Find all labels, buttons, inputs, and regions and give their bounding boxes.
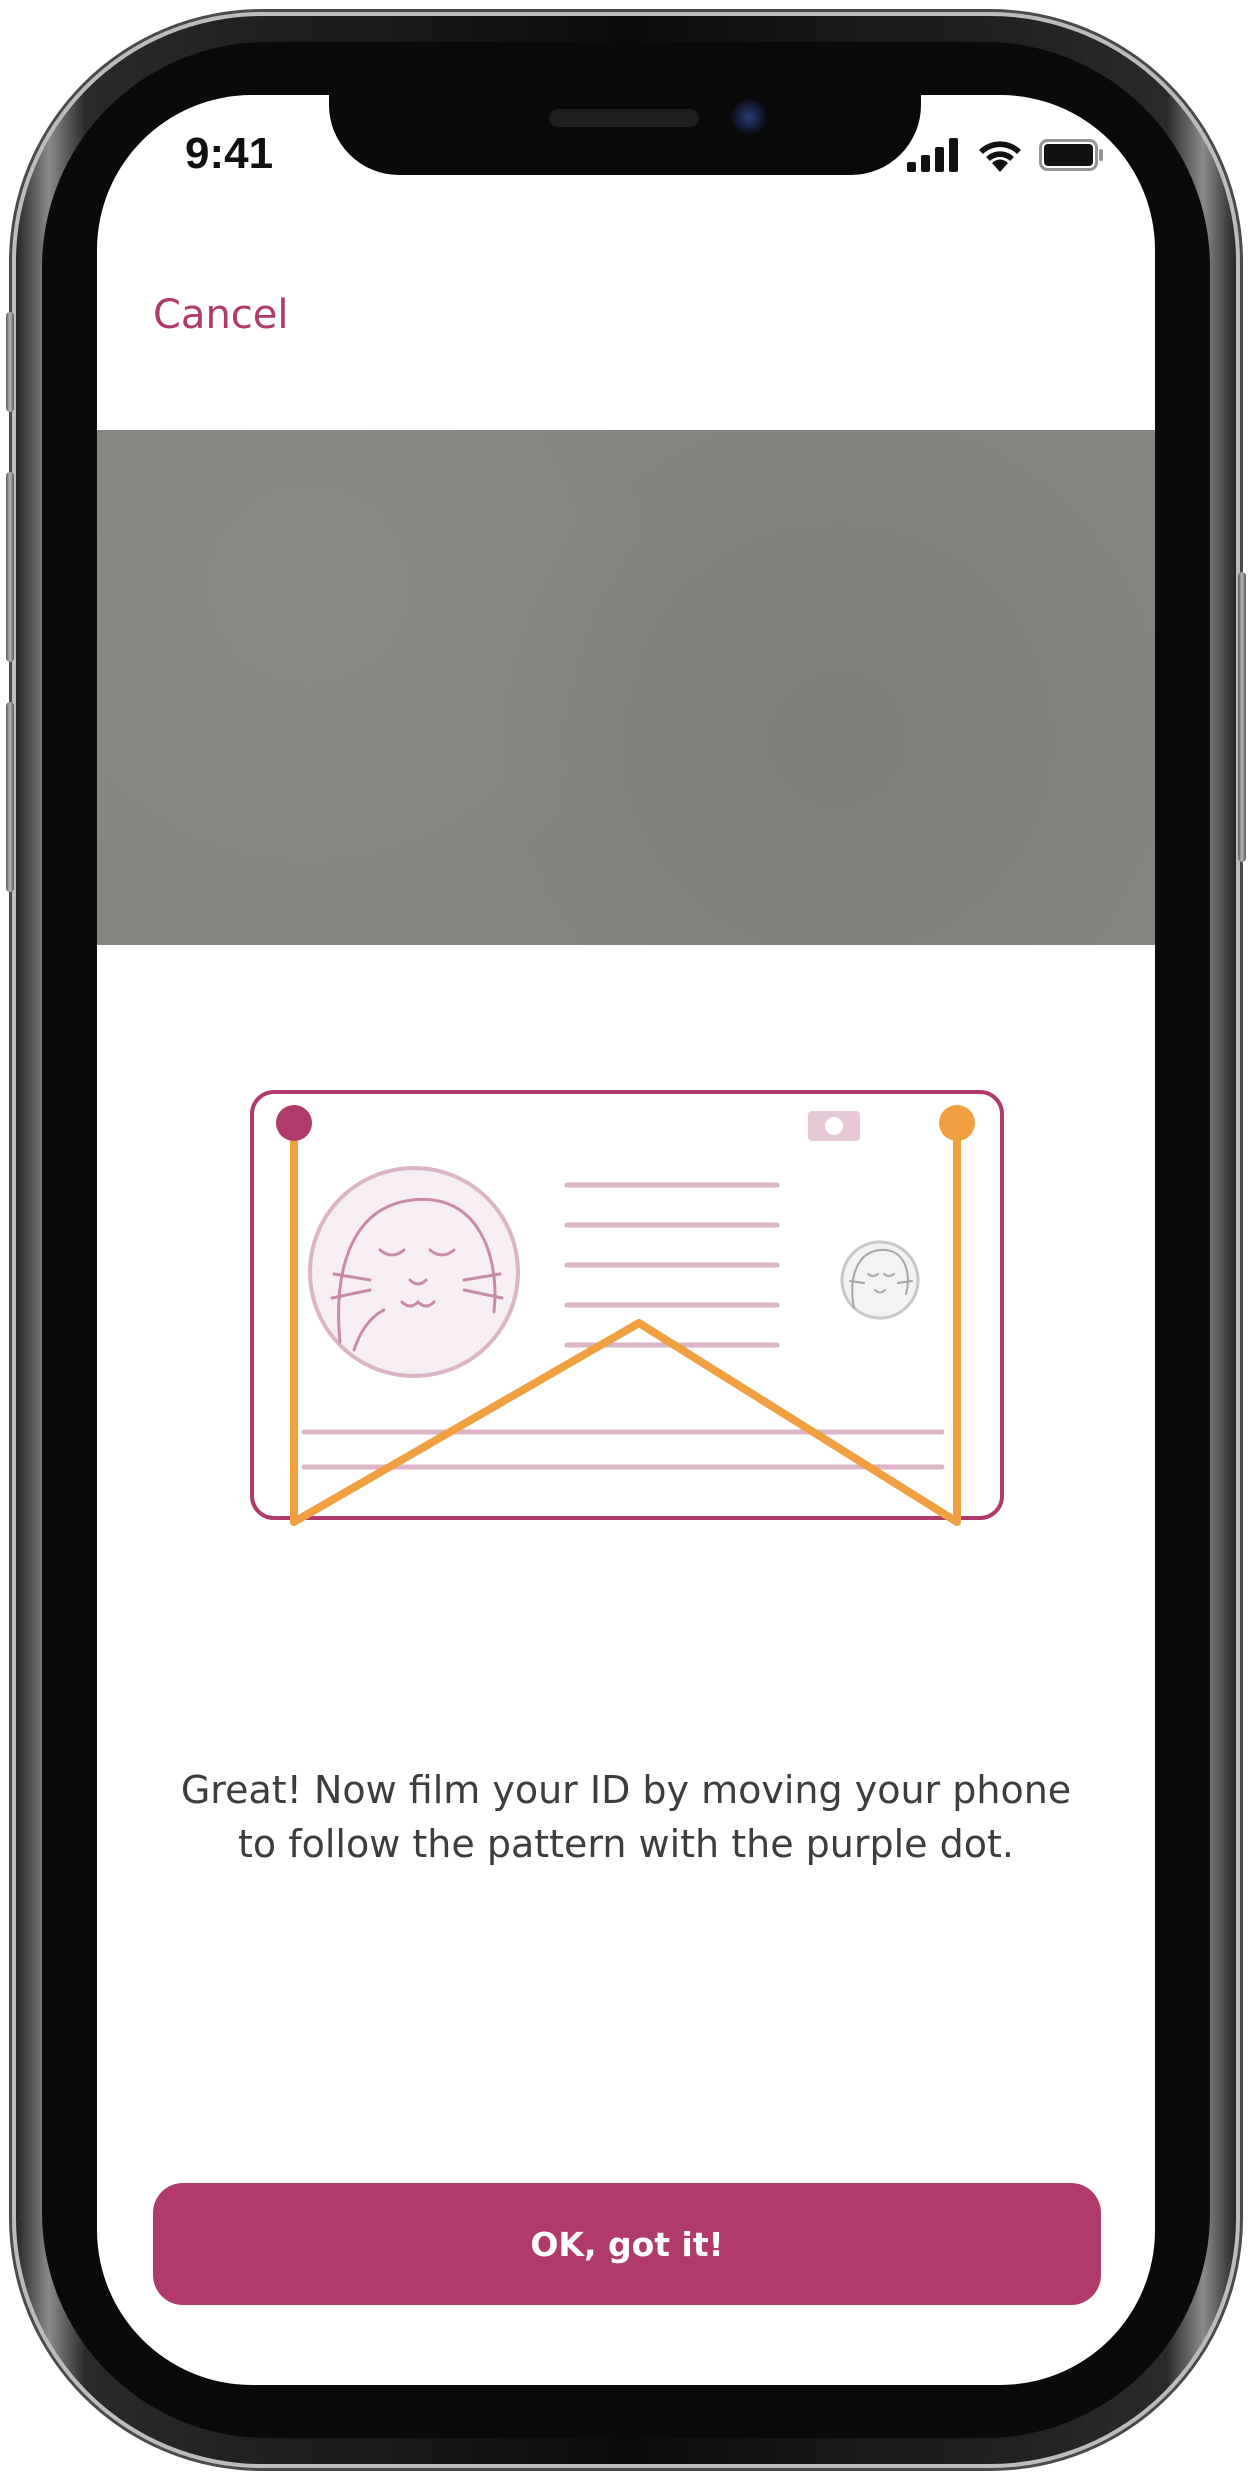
- purple-dot-icon: [276, 1105, 312, 1141]
- cancel-button[interactable]: Cancel: [153, 292, 289, 338]
- phone-screen: 9:41 Cancel Great! Now film your ID by m…: [97, 95, 1155, 2385]
- notch: [329, 95, 921, 175]
- cellular-signal-icon: [907, 138, 958, 172]
- seal-portrait-icon: [308, 1166, 520, 1378]
- seal-hologram-icon: [840, 1240, 920, 1320]
- mute-switch: [6, 312, 14, 412]
- ok-got-it-button[interactable]: OK, got it!: [153, 2183, 1101, 2305]
- chip-icon: [808, 1111, 860, 1141]
- status-icons: [907, 135, 1105, 175]
- front-camera: [731, 99, 767, 135]
- status-time: 9:41: [185, 129, 274, 178]
- volume-down-button: [6, 702, 14, 892]
- orange-dot-icon: [939, 1105, 975, 1141]
- volume-up-button: [6, 472, 14, 662]
- wifi-icon: [979, 141, 1021, 172]
- instruction-text: Great! Now film your ID by moving your p…: [180, 1768, 1072, 1866]
- battery-icon: [1039, 139, 1103, 171]
- power-button: [1238, 572, 1246, 862]
- camera-viewfinder: [97, 430, 1155, 945]
- id-card-pattern-illustration: [250, 1090, 1004, 1526]
- earpiece-speaker: [549, 109, 699, 127]
